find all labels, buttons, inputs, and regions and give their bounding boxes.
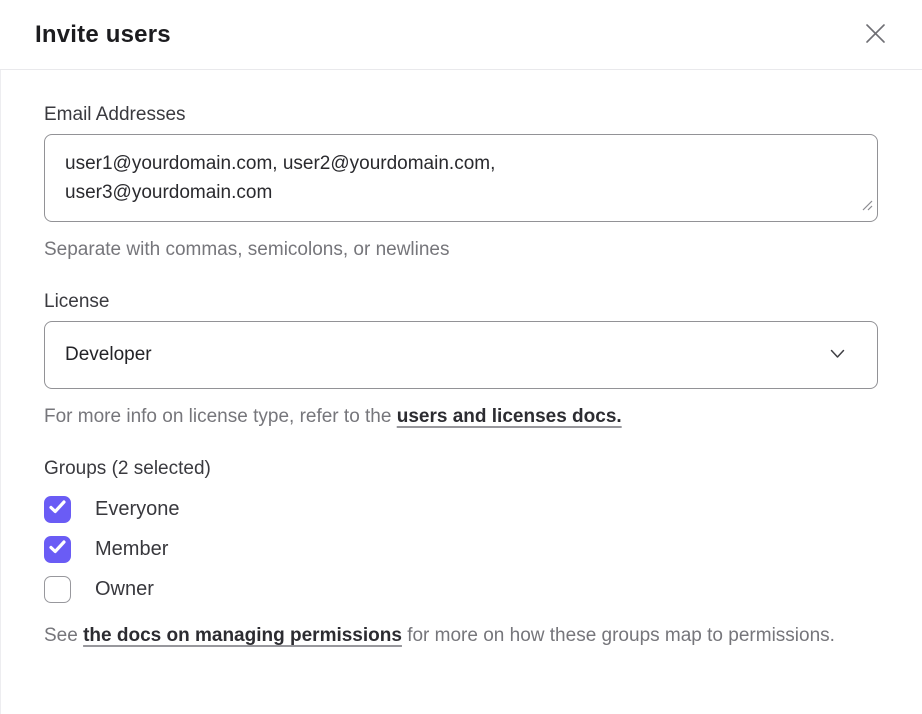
close-icon [864, 22, 887, 48]
group-label-member: Member [95, 538, 168, 561]
checkmark-icon [49, 540, 66, 559]
checkmark-icon [49, 500, 66, 519]
license-select[interactable]: Developer [44, 321, 878, 389]
managing-permissions-docs-link[interactable]: the docs on managing permissions [83, 625, 402, 646]
dialog-body: Email Addresses user1@yourdomain.com, us… [0, 70, 922, 714]
group-label-everyone: Everyone [95, 498, 180, 521]
checkbox-everyone[interactable] [44, 496, 71, 523]
group-option-owner[interactable]: Owner [44, 576, 878, 603]
groups-helper-prefix: See [44, 625, 83, 646]
license-field-group: License Developer For more info on licen… [44, 291, 878, 431]
license-helper-text: For more info on license type, refer to … [44, 402, 878, 431]
email-label: Email Addresses [44, 104, 878, 126]
group-option-everyone[interactable]: Everyone [44, 496, 878, 523]
email-helper-text: Separate with commas, semicolons, or new… [44, 235, 878, 264]
groups-field-group: Groups (2 selected) Everyone [44, 458, 878, 650]
group-option-member[interactable]: Member [44, 536, 878, 563]
email-addresses-input[interactable]: user1@yourdomain.com, user2@yourdomain.c… [44, 134, 878, 222]
users-licenses-docs-link[interactable]: users and licenses docs. [397, 406, 622, 427]
dialog-title: Invite users [35, 21, 171, 49]
chevron-down-icon [830, 346, 845, 364]
groups-label: Groups (2 selected) [44, 458, 878, 480]
email-field-group: Email Addresses user1@yourdomain.com, us… [44, 104, 878, 264]
license-helper-prefix: For more info on license type, refer to … [44, 406, 397, 427]
groups-helper-text: See the docs on managing permissions for… [44, 621, 884, 650]
license-label: License [44, 291, 878, 313]
groups-helper-suffix: for more on how these groups map to perm… [402, 625, 835, 646]
invite-users-dialog: Invite users Email Addresses user1@yourd… [0, 0, 922, 714]
dialog-header: Invite users [0, 0, 922, 70]
license-selected-value: Developer [65, 344, 152, 366]
checkbox-owner[interactable] [44, 576, 71, 603]
close-button[interactable] [858, 18, 892, 52]
checkbox-member[interactable] [44, 536, 71, 563]
group-label-owner: Owner [95, 578, 154, 601]
